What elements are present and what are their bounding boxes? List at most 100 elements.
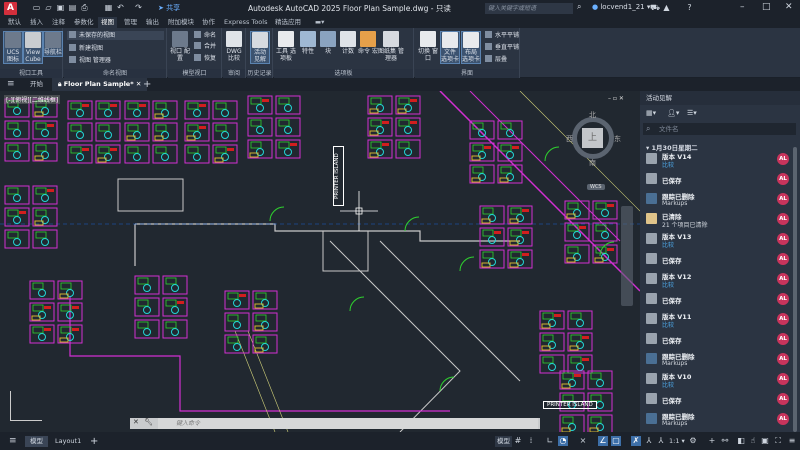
navigation-bar[interactable]: [621, 206, 633, 306]
scrollbar[interactable]: [793, 147, 797, 432]
print-icon[interactable]: ▦: [104, 3, 113, 13]
tab-express-tools[interactable]: Express Tools: [221, 17, 270, 28]
restore-button[interactable]: 恢复: [194, 54, 216, 63]
tab-parametric[interactable]: 参数化: [71, 17, 97, 28]
panel-title[interactable]: 视口工具: [0, 69, 62, 78]
sheet-set-manager-button[interactable]: 图纸集 管理器: [378, 31, 404, 62]
tab-insert[interactable]: 插入: [27, 17, 46, 28]
view-manager-button[interactable]: 视图 管理器: [69, 56, 111, 65]
command-macro-button[interactable]: 命令 宏: [358, 31, 378, 55]
compass-north[interactable]: 北: [589, 110, 596, 120]
new-tab-button[interactable]: +: [143, 78, 151, 91]
tab-model[interactable]: 模型: [25, 436, 48, 447]
activity-item[interactable]: 已保存 AL: [640, 249, 792, 269]
units-icon[interactable]: ▣: [760, 436, 770, 446]
plus-icon[interactable]: +: [707, 436, 717, 446]
compare-link[interactable]: 比较: [662, 280, 674, 289]
ucs-icon-button[interactable]: UCS 图标: [3, 31, 23, 64]
cart-icon[interactable]: ⛟: [650, 3, 660, 13]
viewcube-top-face[interactable]: 上: [582, 128, 603, 148]
save-as-icon[interactable]: ▤: [68, 3, 77, 13]
viewcube[interactable]: 上 北 南 西 东: [566, 110, 621, 167]
search-icon[interactable]: ⌕: [577, 2, 581, 12]
save-icon[interactable]: ▣: [56, 3, 65, 13]
activity-item[interactable]: 已保存 AL: [640, 329, 792, 349]
ortho-icon[interactable]: ∟: [545, 436, 555, 446]
activity-item[interactable]: 版本 V11 比较 AL: [640, 309, 792, 329]
plot-icon[interactable]: ⎙: [80, 3, 89, 13]
tab-floor-plan[interactable]: 🔒︎ Floor Plan Sample* ✕: [52, 78, 148, 91]
object-snap-tracking-icon[interactable]: ∠: [598, 436, 608, 446]
file-tabs-button[interactable]: 文件 选项卡: [440, 31, 460, 64]
compass-west[interactable]: 西: [566, 134, 573, 144]
add-layout-button[interactable]: +: [90, 436, 98, 447]
autodesk-icon[interactable]: ▲: [662, 3, 671, 13]
new-icon[interactable]: ▭: [32, 3, 41, 13]
view-filter-dropdown[interactable]: ▦▾: [646, 109, 656, 117]
drawing-canvas[interactable]: PRINTER ISLAND PRINTER ISLAND [-][俯视][二维…: [0, 91, 640, 432]
compare-link[interactable]: 比较: [662, 380, 674, 389]
user-filter-dropdown[interactable]: 👤︎▾: [667, 109, 679, 117]
compare-link[interactable]: 比较: [662, 320, 674, 329]
activity-item[interactable]: 版本 V13 比较 AL: [640, 229, 792, 249]
activity-item[interactable]: 跟踪已删除 Markups AL: [640, 409, 792, 429]
menu-icon[interactable]: ≡: [7, 78, 15, 91]
tab-featured-apps[interactable]: 精选应用: [272, 17, 304, 28]
navbar-button[interactable]: 导航栏: [43, 31, 63, 57]
close-command-icon[interactable]: ✕: [133, 418, 139, 426]
polar-icon[interactable]: ◔: [558, 436, 568, 446]
tab-overflow-icon[interactable]: ▬▾: [312, 17, 327, 28]
search-input[interactable]: 键入关键字或短语: [485, 3, 573, 14]
minimize-button[interactable]: –: [740, 2, 745, 12]
user-account[interactable]: ● locvend1_21 ▾: [592, 3, 650, 11]
layout-tabs-button[interactable]: 布局 选项卡: [461, 31, 481, 64]
join-button[interactable]: 合并: [194, 42, 216, 51]
isodraft-icon[interactable]: ⨯: [578, 436, 588, 446]
tab-manage[interactable]: 管理: [121, 17, 140, 28]
activity-item[interactable]: 已保存 AL: [640, 289, 792, 309]
model-space-button[interactable]: 模型: [495, 436, 512, 447]
activity-item[interactable]: 版本 V14 比较 AL: [640, 149, 792, 169]
viewport-controls-label[interactable]: [-][俯视][二维线框]: [4, 95, 61, 104]
activity-item[interactable]: 已保存 AL: [640, 169, 792, 189]
activity-item[interactable]: 已保存 AL: [640, 389, 792, 409]
object-snap-icon[interactable]: ▢: [611, 436, 621, 446]
filename-search-input[interactable]: 文件名: [643, 123, 796, 135]
gear-icon[interactable]: ⚙: [688, 436, 698, 446]
tile-vertical-button[interactable]: 垂直平铺: [485, 43, 519, 52]
tile-horizontal-button[interactable]: 水平平铺: [485, 31, 519, 40]
app-menu-button[interactable]: A: [4, 2, 17, 15]
tab-collaborate[interactable]: 协作: [199, 17, 218, 28]
layout-menu-icon[interactable]: ≡: [9, 436, 17, 447]
panel-title[interactable]: 选项板: [274, 69, 413, 78]
tab-layout1[interactable]: Layout1: [55, 436, 81, 447]
isolate-icon[interactable]: ⚯: [720, 436, 730, 446]
tab-addins[interactable]: 附加模块: [165, 17, 197, 28]
open-icon[interactable]: ▱: [44, 3, 53, 13]
grid-icon[interactable]: #: [513, 436, 523, 446]
clean-screen-hand-icon[interactable]: ☝: [748, 436, 758, 446]
tab-start[interactable]: 开始: [30, 78, 43, 91]
tool-palettes-button[interactable]: 工具 选项板: [276, 31, 296, 62]
share-button[interactable]: ➤ 共享: [158, 3, 180, 13]
help-icon[interactable]: ?: [685, 3, 694, 13]
list-options-dropdown[interactable]: ☰▾: [687, 109, 697, 117]
compare-link[interactable]: 比较: [662, 160, 674, 169]
hardware-accel-icon[interactable]: ◧: [736, 436, 746, 446]
redo-icon[interactable]: ↷: [134, 3, 143, 13]
fullscreen-icon[interactable]: ⛶: [773, 436, 783, 446]
close-button[interactable]: ✕: [785, 2, 793, 12]
cascade-button[interactable]: 层叠: [485, 55, 507, 64]
compass-east[interactable]: 东: [614, 134, 621, 144]
tab-annotate[interactable]: 注释: [49, 17, 68, 28]
activity-item[interactable]: 跟踪已删除 Markups AL: [640, 349, 792, 369]
close-tab-icon[interactable]: ✕: [136, 80, 141, 88]
auto-scale-icon[interactable]: ⅄: [644, 436, 654, 446]
maximize-button[interactable]: □: [762, 2, 771, 12]
activity-item[interactable]: 版本 V12 比较 AL: [640, 269, 792, 289]
properties-button[interactable]: 特性: [298, 31, 318, 55]
tab-view[interactable]: 视图: [98, 17, 117, 28]
scale-dropdown[interactable]: 1:1 ▾: [669, 436, 685, 447]
new-view-button[interactable]: 新建视图: [69, 44, 103, 53]
annotation-visibility-icon[interactable]: ✗: [631, 436, 641, 446]
